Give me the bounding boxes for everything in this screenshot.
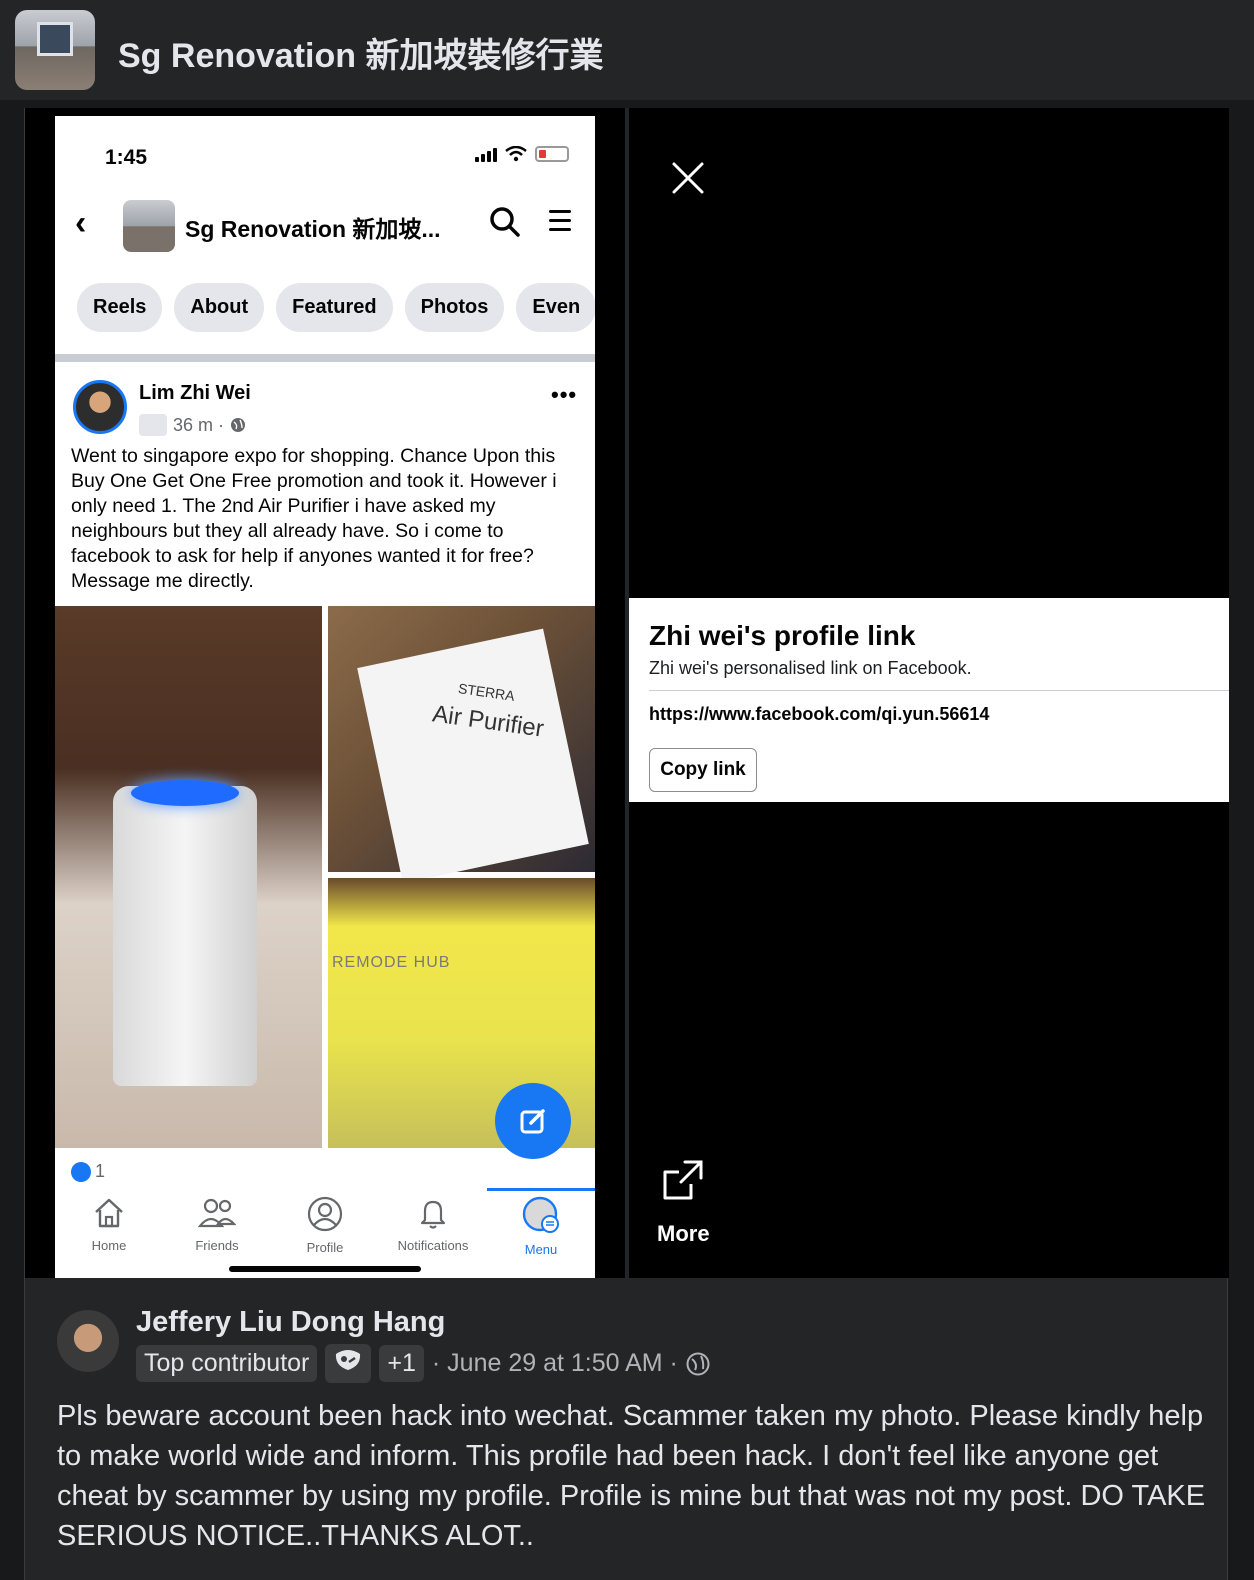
menu-avatar-icon [522, 1196, 559, 1233]
tab-notifications[interactable]: Notifications [379, 1188, 487, 1268]
contributor-badge-icon [336, 1350, 361, 1370]
like-count-value: 1 [95, 1161, 106, 1181]
tab-home-label: Home [91, 1238, 127, 1253]
comment-meta: Top contributor +1 · June 29 at 1:50 AM … [136, 1344, 710, 1383]
like-icon [71, 1161, 91, 1182]
bell-icon [420, 1200, 446, 1229]
extra-badges-count[interactable]: +1 [379, 1345, 424, 1382]
page-avatar[interactable] [123, 200, 175, 252]
globe-icon [686, 1352, 710, 1375]
status-bar: 1:45 [55, 116, 595, 186]
group-title[interactable]: Sg Renovation 新加坡裝修行業 [118, 28, 603, 77]
more-button[interactable]: More [657, 1158, 710, 1247]
air-purifier-image [113, 780, 257, 1086]
wifi-icon [505, 146, 527, 162]
group-avatar[interactable] [15, 10, 95, 90]
phone-screen: 1:45 ‹ Sg Renovation 新加坡... Reels About … [55, 116, 595, 1278]
signal-icon [475, 146, 497, 162]
post-meta: 36 m · [139, 414, 246, 436]
post-author-name[interactable]: Lim Zhi Wei [139, 382, 251, 405]
compose-button[interactable] [495, 1083, 571, 1159]
chip-featured[interactable]: Featured [276, 283, 393, 332]
more-label: More [657, 1221, 710, 1246]
chip-events[interactable]: Even [516, 283, 595, 332]
store-sign-text: REMODE HUB [332, 954, 451, 971]
back-arrow-icon[interactable]: ‹ [75, 204, 86, 243]
post-frame: 1:45 ‹ Sg Renovation 新加坡... Reels About … [24, 108, 1229, 1580]
tab-profile-label: Profile [306, 1240, 344, 1255]
group-header: Sg Renovation 新加坡裝修行業 [0, 0, 1254, 100]
globe-icon [231, 418, 246, 432]
chip-reels[interactable]: Reels [77, 283, 163, 332]
sheet-divider [649, 690, 1229, 691]
tab-menu-label: Menu [524, 1242, 558, 1257]
edit-icon [520, 1109, 545, 1134]
section-divider [55, 354, 595, 362]
tab-menu[interactable]: Menu [487, 1188, 595, 1268]
hamburger-menu-icon[interactable] [549, 210, 571, 237]
sheet-title: Zhi wei's profile link [649, 620, 916, 651]
top-contributor-badge[interactable]: Top contributor [136, 1345, 318, 1382]
page-tab-chips: Reels About Featured Photos Even [77, 283, 595, 332]
close-icon[interactable] [671, 156, 705, 206]
battery-icon [535, 146, 569, 162]
post-photo-purifier[interactable] [55, 606, 322, 1148]
home-indicator [229, 1266, 421, 1272]
bottom-tab-bar: Home Friends Profile Notifications Menu [55, 1188, 595, 1268]
comment-author-avatar[interactable] [57, 1310, 119, 1372]
tab-notifications-label: Notifications [397, 1238, 469, 1253]
post-time[interactable]: 36 m · [173, 415, 224, 436]
profile-url[interactable]: https://www.facebook.com/qi.yun.56614 [649, 704, 989, 725]
post-photo-grid: STERRA Air Purifier REMODE HUB [55, 606, 595, 1148]
comment-author-name[interactable]: Jeffery Liu Dong Hang [136, 1306, 445, 1339]
page-nav-bar: ‹ Sg Renovation 新加坡... [55, 188, 595, 258]
comment-text: Pls beware account been hack into wechat… [57, 1400, 1206, 1552]
profile-icon [307, 1196, 343, 1232]
post-author-avatar[interactable] [73, 380, 127, 434]
tab-friends[interactable]: Friends [163, 1188, 271, 1268]
status-time: 1:45 [105, 146, 148, 169]
post-options-icon[interactable]: ••• [551, 382, 577, 408]
badge-icon-pill[interactable] [325, 1344, 372, 1383]
search-icon[interactable] [489, 206, 521, 238]
member-badge-icon [139, 414, 167, 436]
post-photo-box[interactable]: STERRA Air Purifier [328, 606, 595, 884]
product-box-image [357, 628, 589, 884]
page-nav-title[interactable]: Sg Renovation 新加坡... [185, 210, 441, 244]
like-count[interactable]: 1 [71, 1161, 105, 1182]
tab-friends-label: Friends [195, 1238, 239, 1253]
share-external-icon [663, 1160, 703, 1200]
profile-link-sheet: Zhi wei's profile link Zhi wei's persona… [629, 598, 1229, 802]
sheet-subtitle: Zhi wei's personalised link on Facebook. [649, 658, 972, 678]
copy-link-button[interactable]: Copy link [649, 748, 757, 792]
status-icons [475, 146, 569, 162]
chip-photos[interactable]: Photos [404, 283, 505, 332]
chip-about[interactable]: About [174, 283, 265, 332]
home-icon [95, 1198, 123, 1228]
comment-time[interactable]: · June 29 at 1:50 AM · [432, 1349, 678, 1378]
phone-screenshot-right[interactable]: Zhi wei's profile link Zhi wei's persona… [629, 108, 1229, 1278]
post-text: Went to singapore expo for shopping. Cha… [71, 445, 557, 592]
tab-home[interactable]: Home [55, 1188, 163, 1268]
phone-screenshot-left[interactable]: 1:45 ‹ Sg Renovation 新加坡... Reels About … [25, 108, 625, 1278]
friends-icon [198, 1198, 236, 1228]
tab-profile[interactable]: Profile [271, 1188, 379, 1268]
